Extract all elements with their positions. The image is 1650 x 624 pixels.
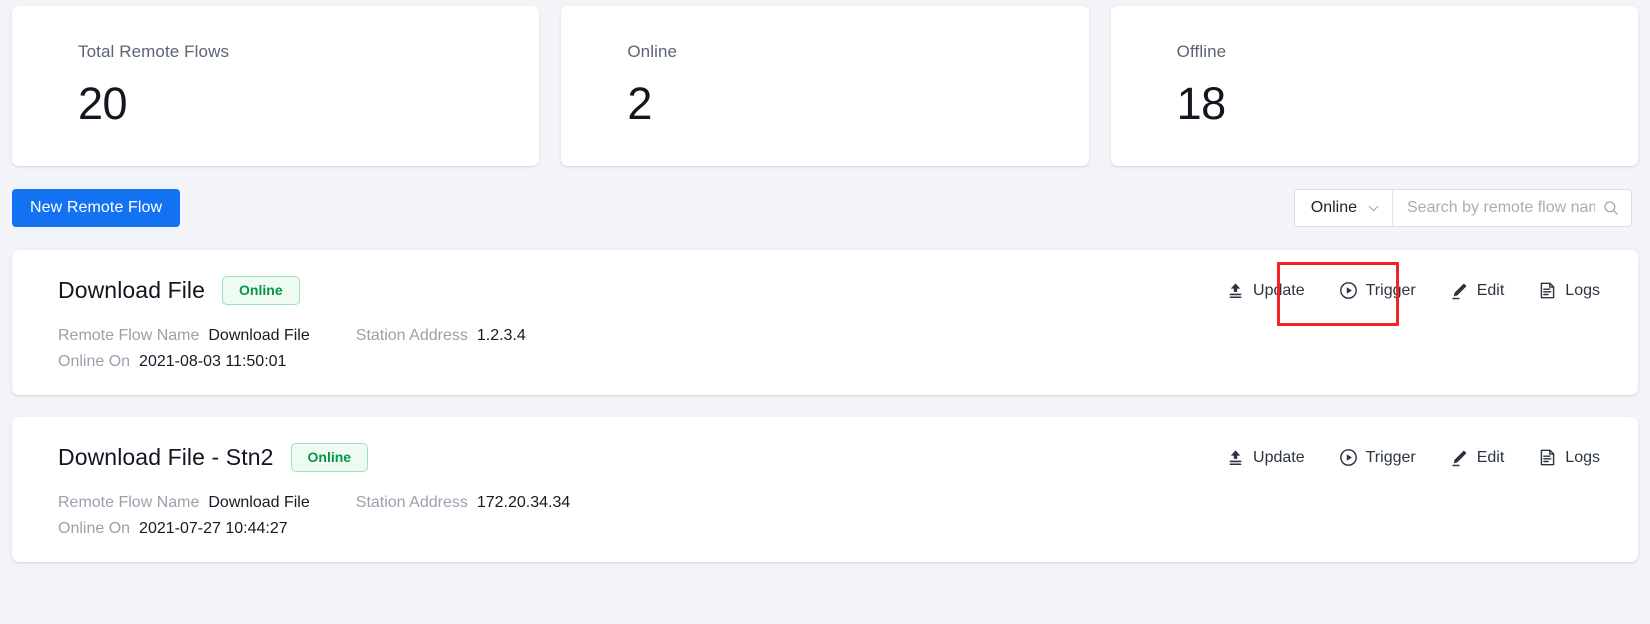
search-input[interactable] bbox=[1407, 199, 1595, 217]
logs-label: Logs bbox=[1565, 281, 1600, 299]
remote-flow-list: Download File Online Update Trigger Edit… bbox=[12, 250, 1638, 562]
meta-field-station-address: Station Address 172.20.34.34 bbox=[356, 494, 571, 512]
meta-line: Remote Flow Name Download File Station A… bbox=[58, 494, 1608, 512]
meta-line: Online On 2021-07-27 10:44:27 bbox=[58, 520, 1608, 538]
stat-value: 2 bbox=[627, 78, 652, 129]
status-badge: Online bbox=[222, 276, 300, 305]
meta-label: Online On bbox=[58, 520, 131, 537]
meta-label: Online On bbox=[58, 353, 131, 370]
edit-button[interactable]: Edit bbox=[1450, 444, 1505, 471]
status-filter-select[interactable]: Online bbox=[1294, 190, 1393, 226]
flow-card-header: Download File - Stn2 Online Update Trigg… bbox=[58, 443, 1608, 472]
flow-title: Download File bbox=[58, 277, 206, 303]
logs-button[interactable]: Logs bbox=[1538, 277, 1600, 304]
pencil-icon bbox=[1451, 450, 1467, 467]
stat-value: 18 bbox=[1176, 78, 1227, 129]
edit-label: Edit bbox=[1476, 448, 1505, 466]
update-button[interactable]: Update bbox=[1226, 444, 1305, 471]
pencil-icon bbox=[1451, 283, 1467, 300]
stat-label: Offline bbox=[1176, 42, 1227, 61]
flow-title-wrap: Download File Online bbox=[58, 276, 300, 305]
new-remote-flow-button[interactable]: New Remote Flow bbox=[12, 189, 181, 227]
flow-title-wrap: Download File - Stn2 Online bbox=[58, 443, 369, 472]
document-lines-icon bbox=[1541, 282, 1555, 299]
play-circle-icon bbox=[1339, 282, 1357, 299]
stat-card-online: Online 2 bbox=[561, 6, 1089, 166]
meta-field-remote-flow-name: Remote Flow Name Download File bbox=[58, 327, 310, 345]
meta-label: Remote Flow Name bbox=[58, 327, 200, 344]
meta-value: Download File bbox=[208, 327, 310, 344]
meta-value: 2021-07-27 10:44:27 bbox=[139, 520, 288, 537]
stat-card-total-remote-flows: Total Remote Flows 20 bbox=[12, 6, 540, 166]
search-group: Online bbox=[1293, 189, 1632, 227]
trigger-label: Trigger bbox=[1365, 448, 1416, 466]
stat-label: Total Remote Flows bbox=[78, 42, 230, 61]
stat-label: Online bbox=[627, 42, 678, 61]
status-filter-value: Online bbox=[1310, 199, 1357, 216]
logs-button[interactable]: Logs bbox=[1538, 444, 1600, 471]
play-circle-icon bbox=[1339, 449, 1357, 466]
edit-button[interactable]: Edit bbox=[1450, 277, 1505, 304]
logs-label: Logs bbox=[1565, 448, 1600, 466]
toolbar: New Remote Flow Online bbox=[12, 186, 1638, 230]
chevron-down-icon bbox=[1368, 205, 1379, 211]
meta-label: Station Address bbox=[355, 327, 468, 344]
flow-meta: Remote Flow Name Download File Station A… bbox=[58, 327, 1608, 371]
meta-value: 1.2.3.4 bbox=[476, 327, 526, 344]
trigger-button[interactable]: Trigger bbox=[1339, 444, 1416, 471]
status-badge: Online bbox=[290, 443, 369, 472]
search-icon[interactable] bbox=[1603, 200, 1619, 216]
document-lines-icon bbox=[1541, 449, 1555, 466]
meta-field-station-address: Station Address 1.2.3.4 bbox=[356, 327, 526, 345]
remote-flow-card: Download File - Stn2 Online Update Trigg… bbox=[12, 417, 1638, 562]
search-box[interactable] bbox=[1393, 190, 1631, 226]
edit-label: Edit bbox=[1476, 281, 1505, 299]
trigger-label: Trigger bbox=[1365, 281, 1416, 299]
update-button[interactable]: Update bbox=[1226, 277, 1305, 304]
stats-row: Total Remote Flows 20 Online 2 Offline 1… bbox=[12, 0, 1638, 166]
meta-value: Download File bbox=[208, 494, 310, 511]
meta-field-online-on: Online On 2021-08-03 11:50:01 bbox=[58, 353, 286, 371]
meta-value: 172.20.34.34 bbox=[476, 494, 571, 511]
upload-icon bbox=[1229, 450, 1242, 466]
remote-flow-card: Download File Online Update Trigger Edit… bbox=[12, 250, 1638, 395]
flow-actions: Update Trigger Edit Logs bbox=[1226, 444, 1608, 471]
update-label: Update bbox=[1253, 281, 1305, 299]
meta-label: Remote Flow Name bbox=[58, 494, 200, 511]
upload-icon bbox=[1229, 283, 1242, 299]
stat-card-offline: Offline 18 bbox=[1110, 6, 1638, 166]
stat-value: 20 bbox=[78, 78, 128, 129]
meta-field-remote-flow-name: Remote Flow Name Download File bbox=[58, 494, 310, 512]
update-label: Update bbox=[1253, 448, 1305, 466]
trigger-button[interactable]: Trigger bbox=[1339, 277, 1416, 304]
meta-line: Online On 2021-08-03 11:50:01 bbox=[58, 353, 1608, 371]
flow-meta: Remote Flow Name Download File Station A… bbox=[58, 494, 1608, 538]
flow-title: Download File - Stn2 bbox=[58, 444, 274, 470]
meta-value: 2021-08-03 11:50:01 bbox=[139, 353, 287, 370]
remote-flows-page: Total Remote Flows 20 Online 2 Offline 1… bbox=[0, 0, 1650, 624]
flow-card-header: Download File Online Update Trigger Edit… bbox=[58, 276, 1608, 305]
flow-actions: Update Trigger Edit Logs bbox=[1226, 277, 1608, 304]
meta-line: Remote Flow Name Download File Station A… bbox=[58, 327, 1608, 345]
meta-label: Station Address bbox=[355, 494, 468, 511]
meta-field-online-on: Online On 2021-07-27 10:44:27 bbox=[58, 520, 288, 538]
